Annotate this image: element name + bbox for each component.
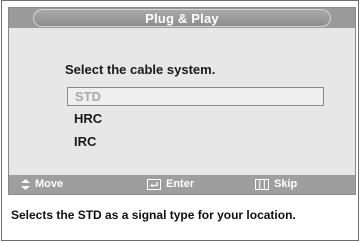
description-text: Selects the STD as a signal type for you… [11,208,296,222]
option-std[interactable]: STD [67,87,324,106]
prompt-heading: Select the cable system. [65,62,216,77]
help-move-label: Move [35,178,64,190]
title-pill: Plug & Play [33,9,331,27]
option-irc[interactable]: IRC [67,133,324,152]
help-bar: Move Enter Skip [9,175,355,194]
help-move: Move [21,178,63,190]
cable-system-options: STD HRC IRC [67,87,324,156]
option-label: STD [75,89,101,104]
option-label: IRC [74,134,97,149]
option-label: HRC [74,111,103,126]
help-enter: Enter [147,178,194,190]
option-hrc[interactable]: HRC [67,110,324,129]
enter-icon [147,178,161,190]
help-skip: Skip [255,178,297,190]
dialog-title: Plug & Play [145,10,219,26]
help-skip-label: Skip [274,178,298,190]
plug-and-play-dialog: Plug & Play Select the cable system. STD… [8,7,356,195]
skip-icon [255,178,269,190]
title-bar: Plug & Play [9,8,355,28]
screen-frame: Plug & Play Select the cable system. STD… [1,0,359,241]
up-down-arrows-icon [21,178,30,190]
help-enter-label: Enter [166,178,195,190]
